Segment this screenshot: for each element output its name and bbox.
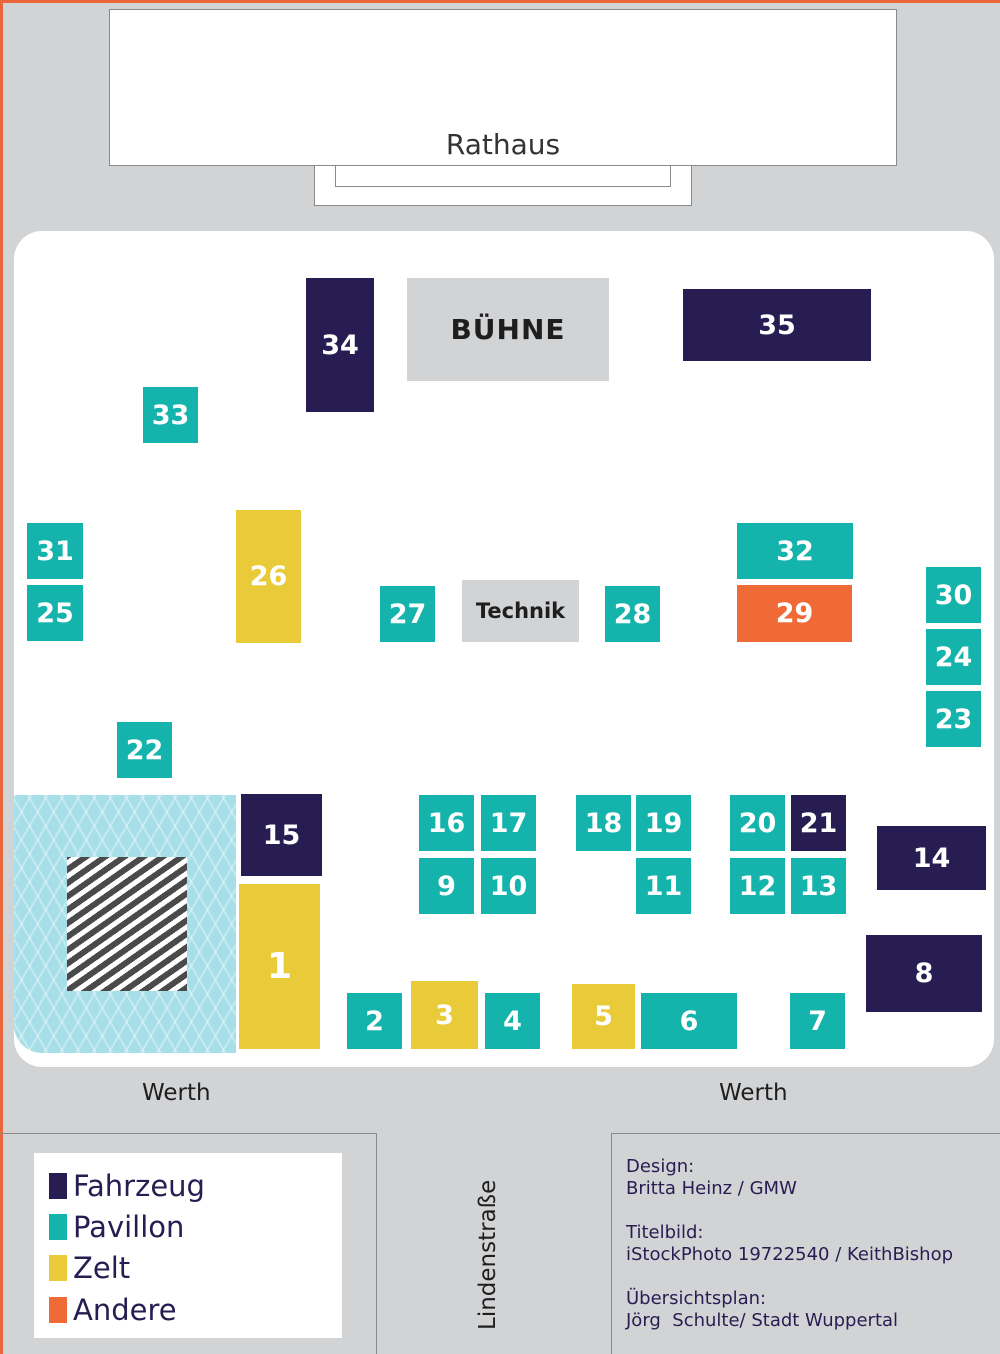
legend-label: Fahrzeug <box>73 1169 205 1203</box>
stand-11: 11 <box>636 858 691 914</box>
rathaus-building: Rathaus <box>109 9 897 166</box>
stand-31: 31 <box>27 523 83 579</box>
stand-17: 17 <box>481 795 536 851</box>
stand-20: 20 <box>730 795 785 851</box>
credits-area: Design: Britta Heinz / GMW Titelbild: iS… <box>611 1133 1000 1354</box>
legend-item-andere: Andere <box>49 1293 177 1327</box>
credits-design-title: Design: <box>626 1156 695 1177</box>
legend-item-zelt: Zelt <box>49 1251 130 1285</box>
stand-3: 3 <box>411 981 478 1049</box>
stand-8: 8 <box>866 935 982 1012</box>
stand-21: 21 <box>791 795 846 851</box>
stand-18: 18 <box>576 795 631 851</box>
credits-titelbild-title: Titelbild: <box>626 1222 704 1243</box>
stand-32: 32 <box>737 523 853 579</box>
credits-plan-name: Jörg Schulte/ Stadt Wuppertal <box>626 1310 899 1331</box>
legend-label: Pavillon <box>73 1210 185 1244</box>
stand-12: 12 <box>730 858 785 914</box>
stage-buhne: BÜHNE <box>407 278 609 381</box>
stand-27: 27 <box>380 586 435 642</box>
legend-swatch-andere <box>49 1297 67 1323</box>
stand-9: 9 <box>419 858 474 914</box>
rathaus-steps <box>314 166 692 206</box>
legend-item-fahrzeug: Fahrzeug <box>49 1169 205 1203</box>
stand-26: 26 <box>236 510 301 643</box>
fountain <box>14 795 236 1053</box>
legend-swatch-zelt <box>49 1255 67 1281</box>
stand-33: 33 <box>143 387 198 443</box>
stand-25: 25 <box>27 585 83 641</box>
stand-10: 10 <box>481 858 536 914</box>
credits-design-name: Britta Heinz / GMW <box>626 1178 797 1199</box>
technik-area: Technik <box>462 580 579 642</box>
stand-22: 22 <box>117 722 172 778</box>
stand-29: 29 <box>737 585 852 642</box>
stand-5: 5 <box>572 984 635 1049</box>
stand-15: 15 <box>241 794 322 876</box>
credits: Design: Britta Heinz / GMW Titelbild: iS… <box>626 1156 953 1354</box>
stand-16: 16 <box>419 795 474 851</box>
stand-1: 1 <box>239 884 320 1049</box>
stand-23: 23 <box>926 691 981 747</box>
stand-14: 14 <box>877 826 986 890</box>
stand-13: 13 <box>791 858 846 914</box>
rathaus-label: Rathaus <box>445 128 561 161</box>
stand-35: 35 <box>683 289 871 361</box>
stand-30: 30 <box>926 567 981 623</box>
stand-2: 2 <box>347 993 402 1049</box>
stand-28: 28 <box>605 586 660 642</box>
legend-label: Zelt <box>73 1251 131 1285</box>
fountain-center <box>67 857 187 991</box>
stand-6: 6 <box>641 993 737 1049</box>
legend-swatch-pavillon <box>49 1214 67 1240</box>
street-werth-right: Werth <box>719 1080 788 1106</box>
street-werth-left: Werth <box>142 1080 211 1106</box>
legend-label: Andere <box>73 1293 177 1327</box>
stand-4: 4 <box>485 993 540 1049</box>
stand-19: 19 <box>636 795 691 851</box>
legend-item-pavillon: Pavillon <box>49 1210 184 1244</box>
stand-34: 34 <box>306 278 374 412</box>
stand-24: 24 <box>926 629 981 685</box>
credits-titelbild-name: iStockPhoto 19722540 / KeithBishop <box>626 1244 954 1265</box>
credits-plan-title: Übersichtsplan: <box>626 1288 767 1309</box>
legend-swatch-fahrzeug <box>49 1173 67 1199</box>
legend: Fahrzeug Pavillon Zelt Andere <box>34 1153 342 1338</box>
stand-7: 7 <box>790 993 845 1049</box>
street-lindenstrasse: Lindenstraße <box>475 1179 501 1330</box>
